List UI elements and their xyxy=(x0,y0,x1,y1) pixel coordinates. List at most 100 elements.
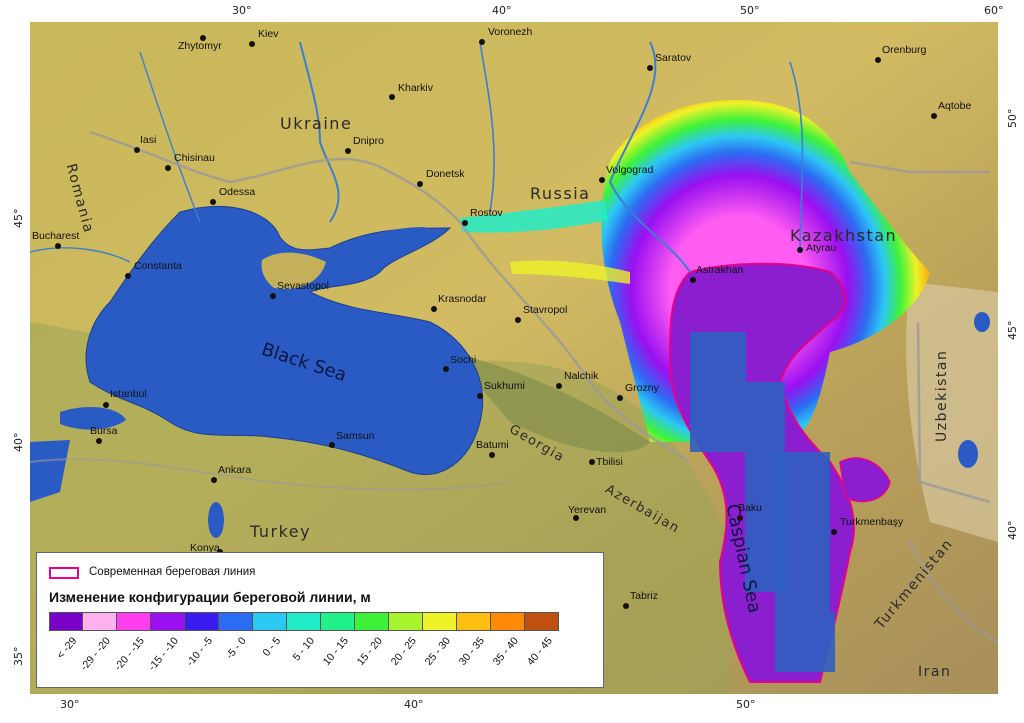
legend-class-label: -29 - -20 xyxy=(78,635,113,674)
legend-swatch xyxy=(355,613,389,630)
city-label: Chisinau xyxy=(174,152,215,164)
city-marker xyxy=(831,529,837,535)
lake xyxy=(958,440,978,468)
city-label: Astrakhan xyxy=(696,264,744,276)
legend-swatch xyxy=(389,613,423,630)
legend-swatch xyxy=(457,613,491,630)
lon-tick-top: 50° xyxy=(740,4,760,17)
city-marker xyxy=(556,383,562,389)
city-marker xyxy=(479,39,485,45)
legend-class-label: 15 - 20 xyxy=(354,635,385,668)
city-label: Samsun xyxy=(336,430,375,442)
city-label: Kharkiv xyxy=(398,82,434,94)
legend-class-label: 5 - 10 xyxy=(290,635,318,664)
city-marker xyxy=(345,148,351,154)
city-label: Baku xyxy=(738,502,762,514)
city-marker xyxy=(623,603,629,609)
lat-tick-left: 40° xyxy=(12,432,25,453)
city-label: Batumi xyxy=(476,439,509,451)
city-marker xyxy=(443,366,449,372)
lon-tick-bottom: 40° xyxy=(404,698,424,711)
legend-class-label: -15 - -10 xyxy=(146,635,181,674)
lon-tick-top: 30° xyxy=(232,4,252,17)
city-label: Tbilisi xyxy=(596,456,623,468)
city-marker xyxy=(329,442,335,448)
legend-swatch xyxy=(287,613,321,630)
city-label: Atyrau xyxy=(806,242,837,254)
city-label: Krasnodar xyxy=(438,293,487,305)
city-label: Nalchik xyxy=(564,370,599,382)
caspian-deep-block xyxy=(690,332,746,452)
caspian-deep-block xyxy=(775,452,830,612)
legend-swatch xyxy=(525,613,559,630)
lon-tick-top: 40° xyxy=(492,4,512,17)
city-label: Yerevan xyxy=(568,504,607,516)
legend-title: Изменение конфигурации береговой линии, … xyxy=(49,589,371,605)
city-label: Volgograd xyxy=(606,164,654,176)
legend-swatch xyxy=(83,613,117,630)
city-marker xyxy=(249,41,255,47)
city-marker xyxy=(515,317,521,323)
legend-swatch xyxy=(219,613,253,630)
city-marker xyxy=(125,273,131,279)
city-marker xyxy=(431,306,437,312)
legend-class-label: 30 - 35 xyxy=(456,635,487,668)
legend-class-label: 10 - 15 xyxy=(320,635,351,668)
lake-tuz xyxy=(208,502,224,538)
legend-class-label: -20 - -15 xyxy=(112,635,147,674)
legend-swatch xyxy=(49,613,83,630)
city-label: Sukhumi xyxy=(484,380,525,392)
city-label: Dnipro xyxy=(353,135,384,147)
legend-class-label: -5 - 0 xyxy=(223,635,249,662)
city-marker xyxy=(797,247,803,253)
lat-tick-right: 45° xyxy=(1006,320,1019,341)
legend-swatch xyxy=(151,613,185,630)
legend-colorbar xyxy=(49,612,559,631)
legend-class-label: 20 - 25 xyxy=(388,635,419,668)
city-label: Odessa xyxy=(219,186,256,198)
city-label: Voronezh xyxy=(488,26,533,38)
country-label-uzbekistan: Uzbekistan xyxy=(934,349,950,442)
legend-swatch xyxy=(117,613,151,630)
country-label-iran: Iran xyxy=(918,664,952,680)
city-marker xyxy=(270,293,276,299)
lat-tick-right: 40° xyxy=(1006,520,1019,541)
map-figure: 30° 40° 50° 60° 30° 40° 50° 45° 40° 35° … xyxy=(0,0,1024,723)
legend-swatch xyxy=(491,613,525,630)
city-label: Aqtobe xyxy=(938,100,972,112)
city-label: Bursa xyxy=(90,425,118,437)
lat-tick-right: 50° xyxy=(1006,108,1019,129)
city-label: Rostov xyxy=(470,207,503,219)
map-legend: Современная береговая линия Изменение ко… xyxy=(36,552,604,688)
city-label: Sevastopol xyxy=(277,280,329,292)
legend-swatch xyxy=(185,613,219,630)
legend-swatch xyxy=(423,613,457,630)
city-marker xyxy=(96,438,102,444)
city-marker xyxy=(210,199,216,205)
city-label: Turkmenbaşy xyxy=(840,516,904,528)
lake xyxy=(974,312,990,332)
city-label: Grozny xyxy=(625,382,659,394)
legend-class-label: < -29 xyxy=(54,635,80,662)
city-label: Bucharest xyxy=(32,230,80,242)
city-label: Sochi xyxy=(450,354,477,366)
shoreline-swatch xyxy=(49,567,79,579)
legend-class-label: 40 - 45 xyxy=(524,635,555,668)
caspian-deep-block xyxy=(775,612,835,672)
city-marker xyxy=(589,459,595,465)
city-marker xyxy=(134,147,140,153)
city-marker xyxy=(462,220,468,226)
city-label: Stavropol xyxy=(523,304,568,316)
city-marker xyxy=(647,65,653,71)
country-label-russia: Russia xyxy=(530,184,591,203)
city-label: Iasi xyxy=(140,134,157,146)
city-marker xyxy=(931,113,937,119)
legend-class-label: 0 - 5 xyxy=(260,635,284,659)
lat-tick-left: 45° xyxy=(12,208,25,229)
city-marker xyxy=(389,94,395,100)
city-marker xyxy=(737,515,743,521)
city-marker xyxy=(599,177,605,183)
shoreline-label: Современная береговая линия xyxy=(89,566,256,578)
city-label: Ankara xyxy=(218,464,252,476)
legend-swatch xyxy=(253,613,287,630)
